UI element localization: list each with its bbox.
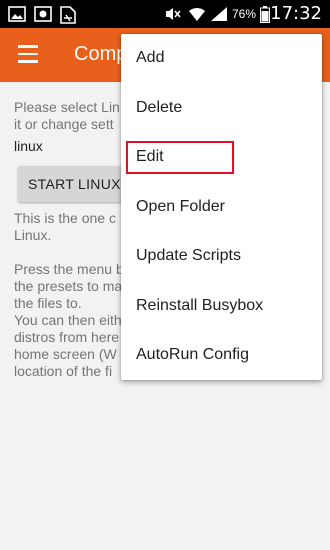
menu-item-label: Reinstall Busybox bbox=[136, 297, 264, 314]
battery-percent: 76% bbox=[232, 7, 257, 21]
desc2-line-6: home screen (W bbox=[14, 346, 117, 362]
description-text-1: This is the one c Linux. bbox=[14, 210, 116, 244]
desc2-line-1: Press the menu b bbox=[14, 261, 124, 277]
desc2-line-2: the presets to ma bbox=[14, 278, 123, 294]
menu-item-autorun-config[interactable]: AutoRun Config bbox=[121, 331, 322, 380]
overflow-menu: Add Delete Edit Open Folder Update Scrip… bbox=[121, 34, 322, 380]
menu-item-reinstall-busybox[interactable]: Reinstall Busybox bbox=[121, 282, 322, 331]
battery-icon bbox=[260, 6, 270, 28]
sim-icon bbox=[60, 6, 76, 29]
app-title: Comp bbox=[74, 43, 128, 65]
wifi-icon bbox=[188, 6, 206, 27]
signal-icon bbox=[210, 6, 228, 27]
description-text-2: Press the menu b the presets to ma the f… bbox=[14, 261, 124, 380]
desc2-line-7: location of the fi bbox=[14, 363, 113, 379]
edit-highlight-box bbox=[126, 141, 234, 174]
selected-linux-name: linux bbox=[14, 138, 43, 154]
menu-item-update-scripts[interactable]: Update Scripts bbox=[121, 232, 322, 281]
menu-item-label: Open Folder bbox=[136, 198, 225, 215]
menu-item-label: Update Scripts bbox=[136, 247, 241, 264]
hamburger-menu-icon[interactable] bbox=[18, 45, 38, 63]
image-icon bbox=[8, 6, 26, 27]
desc2-line-3: the files to. bbox=[14, 295, 82, 311]
menu-item-open-folder[interactable]: Open Folder bbox=[121, 183, 322, 232]
status-time: 17:32 bbox=[270, 3, 322, 24]
desc1-line-2: Linux. bbox=[14, 227, 52, 243]
menu-item-add[interactable]: Add bbox=[121, 34, 322, 83]
status-bar: 76% 17:32 bbox=[0, 0, 330, 28]
desc2-line-4: You can then eith bbox=[14, 312, 122, 328]
desc2-line-5: distros from here bbox=[14, 329, 120, 345]
menu-item-label: Add bbox=[136, 49, 165, 66]
mute-icon bbox=[164, 6, 182, 27]
desc1-line-1: This is the one c bbox=[14, 210, 116, 226]
menu-item-label: AutoRun Config bbox=[136, 346, 249, 363]
menu-item-label: Delete bbox=[136, 99, 183, 116]
menu-item-delete[interactable]: Delete bbox=[121, 84, 322, 133]
start-linux-label: START LINUX bbox=[28, 176, 121, 192]
photo-icon bbox=[34, 6, 52, 27]
